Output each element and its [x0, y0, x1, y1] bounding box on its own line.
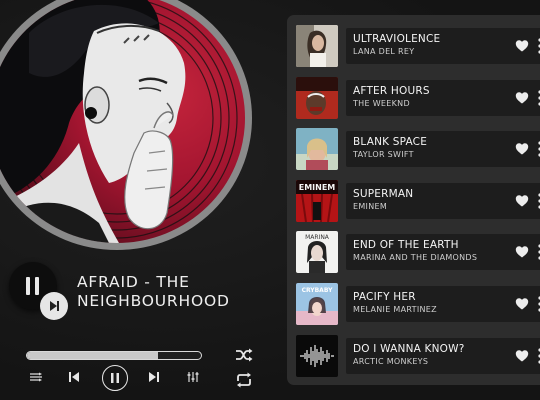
- heart-icon[interactable]: [515, 142, 529, 156]
- skip-next-button[interactable]: [40, 292, 68, 320]
- artist-name: MARINA AND THE DIAMONDS: [353, 253, 478, 263]
- album-cover-image: [296, 25, 338, 67]
- artist-name: LANA DEL REY: [353, 47, 415, 56]
- thumb-text: CRYBABY: [302, 287, 334, 294]
- playlist-item[interactable]: CRYBABY PACIFY HER MELANIE MARTINEZ: [296, 282, 540, 326]
- album-art-illustration: [0, 0, 238, 243]
- track-info: SUPERMAN EMINEM: [346, 182, 540, 219]
- album-thumbnail: EMINEM: [296, 179, 338, 222]
- music-player: AFRAID - THE NEIGHBOURHOOD ULTRAVIOLENCE…: [0, 0, 540, 400]
- heart-icon[interactable]: [515, 39, 529, 53]
- artist-name: THE WEEKND: [353, 98, 410, 108]
- skip-next-icon: [149, 372, 159, 382]
- song-title: AFTER HOURS: [353, 84, 430, 97]
- artist-name: TAYLOR SWIFT: [353, 150, 414, 160]
- skip-previous-icon: [69, 372, 79, 382]
- song-title: SUPERMAN: [353, 187, 414, 200]
- song-title: DO I WANNA KNOW?: [353, 342, 465, 355]
- playlist-item[interactable]: ULTRAVIOLENCE LANA DEL REY: [296, 24, 540, 68]
- album-thumbnail: CRYBABY: [296, 282, 338, 325]
- album-cover-image: CRYBABY: [296, 282, 338, 325]
- playlist-item[interactable]: BLANK SPACE TAYLOR SWIFT: [296, 127, 540, 171]
- track-info: PACIFY HER MELANIE MARTINEZ: [346, 285, 540, 322]
- previous-button[interactable]: [66, 369, 82, 385]
- track-title: AFRAID - THE NEIGHBOURHOOD: [77, 273, 230, 310]
- progress-fill: [27, 352, 158, 359]
- heart-icon[interactable]: [515, 297, 529, 311]
- album-thumbnail: [296, 128, 338, 171]
- shuffle-button[interactable]: [234, 346, 254, 364]
- skip-next-icon: [50, 301, 59, 311]
- artist-name: ARCTIC MONKEYS: [353, 356, 429, 366]
- playlist-panel: ULTRAVIOLENCE LANA DEL REY AFTER HOURS T…: [287, 15, 540, 385]
- album-cover-image: MARINA: [296, 231, 338, 274]
- equalizer-icon: [187, 372, 199, 382]
- repeat-icon: [237, 372, 251, 388]
- album-art: [0, 0, 245, 243]
- more-options-icon[interactable]: [536, 140, 540, 158]
- song-title: PACIFY HER: [353, 290, 416, 303]
- album-cover-image: [296, 76, 338, 119]
- pause-icon: [26, 277, 39, 295]
- heart-icon[interactable]: [515, 245, 529, 259]
- artist-name: EMINEM: [353, 201, 388, 211]
- shuffle-icon: [236, 348, 253, 362]
- album-cover-image: [296, 334, 338, 377]
- heart-icon[interactable]: [515, 194, 529, 208]
- more-options-icon[interactable]: [536, 37, 540, 55]
- album-thumbnail: MARINA: [296, 231, 338, 274]
- thumb-text: MARINA: [305, 234, 330, 241]
- equalizer-button[interactable]: [185, 369, 201, 385]
- album-thumbnail: [296, 334, 338, 377]
- album-thumbnail: [296, 25, 338, 67]
- album-cover-image: EMINEM: [296, 179, 338, 222]
- playlist-item[interactable]: MARINA END OF THE EARTH MARINA AND THE D…: [296, 230, 540, 274]
- album-art-disc: [0, 0, 252, 250]
- more-options-icon[interactable]: [536, 347, 540, 365]
- progress-bar[interactable]: [26, 351, 202, 360]
- repeat-button[interactable]: [234, 371, 254, 389]
- album-thumbnail: [296, 76, 338, 119]
- song-title: BLANK SPACE: [353, 136, 428, 149]
- playlist-item[interactable]: DO I WANNA KNOW? ARCTIC MONKEYS: [296, 334, 540, 378]
- track-info: ULTRAVIOLENCE LANA DEL REY: [346, 28, 540, 64]
- artist-name: MELANIE MARTINEZ: [353, 304, 437, 314]
- track-info: BLANK SPACE TAYLOR SWIFT: [346, 131, 540, 168]
- track-info: AFTER HOURS THE WEEKND: [346, 79, 540, 116]
- pause-button[interactable]: [102, 365, 128, 391]
- song-title: END OF THE EARTH: [353, 239, 459, 252]
- heart-icon[interactable]: [515, 91, 529, 105]
- next-button[interactable]: [146, 369, 162, 385]
- more-options-icon[interactable]: [536, 89, 540, 107]
- album-cover-image: [296, 128, 338, 171]
- more-options-icon[interactable]: [536, 295, 540, 313]
- heart-icon[interactable]: [515, 349, 529, 363]
- more-options-icon[interactable]: [536, 192, 540, 210]
- playlist-item[interactable]: AFTER HOURS THE WEEKND: [296, 76, 540, 120]
- track-info: END OF THE EARTH MARINA AND THE DIAMONDS: [346, 234, 540, 271]
- queue-button[interactable]: [28, 369, 44, 385]
- more-options-icon[interactable]: [536, 243, 540, 261]
- track-info: DO I WANNA KNOW? ARCTIC MONKEYS: [346, 337, 540, 374]
- queue-icon: [30, 372, 42, 382]
- song-title: ULTRAVIOLENCE: [353, 33, 441, 45]
- pause-icon: [111, 373, 119, 383]
- thumb-text: EMINEM: [299, 183, 336, 192]
- playlist-item[interactable]: EMINEM SUPERMAN EMINEM: [296, 179, 540, 223]
